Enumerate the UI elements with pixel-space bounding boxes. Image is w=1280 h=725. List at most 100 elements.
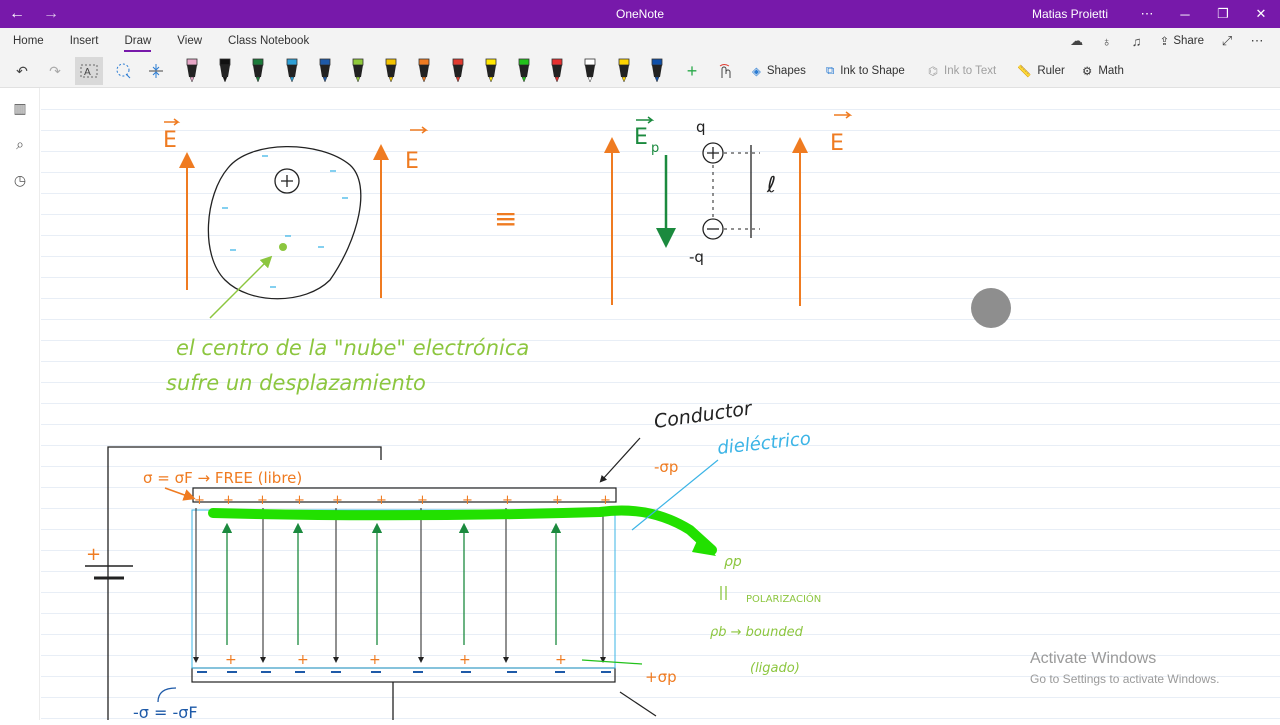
bell-icon[interactable]: ♫ xyxy=(1122,28,1152,54)
note-canvas[interactable]: E E ≡ E E p q ℓ -q el centro de la "nube… xyxy=(41,89,1280,722)
pen-2[interactable] xyxy=(217,58,233,84)
sigma-p-top-label: -σp xyxy=(654,458,678,476)
pen-10[interactable] xyxy=(483,58,499,84)
restore-icon[interactable]: ❐ xyxy=(1204,0,1242,28)
tab-insert[interactable]: Insert xyxy=(57,28,112,54)
plus-charge: + xyxy=(257,493,268,508)
polarization-plus-charge: + xyxy=(225,652,237,668)
positive-charge-plus xyxy=(707,147,719,159)
ink-drawing[interactable]: E E ≡ E E p q ℓ -q el centro de la "nube… xyxy=(41,89,1280,722)
back-arrow-icon[interactable]: ← xyxy=(0,0,34,28)
sigma-equation: σ = σF → FREE (libre) xyxy=(143,469,302,487)
sigma-p-bottom-label: +σp xyxy=(645,668,677,686)
polarization-label: POLARIZACIÓN xyxy=(746,592,821,605)
ligado-label: (ligado) xyxy=(750,661,800,676)
plus-charge: + xyxy=(502,493,513,508)
pen-8[interactable] xyxy=(416,58,432,84)
ink-to-text-icon: ⌬ xyxy=(928,66,939,78)
plus-charge: + xyxy=(223,493,234,508)
polarization-plus-charge: + xyxy=(369,652,381,668)
ink-to-text-label: Ink to Text xyxy=(944,65,997,77)
vector-arrow-mark xyxy=(164,118,181,126)
draw-toolbar: ↶ ↷ A + ◈ Shapes ⧉ Ink to Shape ⌬ Ink to… xyxy=(0,54,1280,88)
more-icon[interactable]: ⋯ xyxy=(1242,28,1272,54)
add-space-icon[interactable] xyxy=(142,57,170,85)
bottom-conductor-pointer xyxy=(619,691,657,717)
math-label: Math xyxy=(1098,65,1124,77)
tab-class-notebook[interactable]: Class Notebook xyxy=(215,28,322,54)
dipole-length-label: ℓ xyxy=(766,173,776,198)
charge-top-label: q xyxy=(696,118,706,136)
expand-icon[interactable]: ⤢ xyxy=(1212,28,1242,54)
pen-12[interactable] xyxy=(549,58,565,84)
pen-5[interactable] xyxy=(317,58,333,84)
pen-11[interactable] xyxy=(516,58,532,84)
field-label-right: E xyxy=(405,149,419,174)
ink-to-shape-button[interactable]: ⧉ Ink to Shape xyxy=(826,54,905,88)
polarization-field-label: E xyxy=(634,125,648,150)
field-label-left: E xyxy=(163,128,177,153)
pen-9[interactable] xyxy=(450,58,466,84)
cloud-pointer-arrow xyxy=(209,255,273,319)
forward-arrow-icon[interactable]: → xyxy=(34,0,68,28)
top-plate-charges: + + + + + + + + + + + xyxy=(194,493,611,508)
title-bar: ← → OneNote Matias Proietti ⋯ ─ ❐ ✕ xyxy=(0,0,1280,28)
sync-icon[interactable]: ☁ xyxy=(1062,28,1092,54)
watermark-subtitle: Go to Settings to activate Windows. xyxy=(1030,672,1220,686)
plus-charge: + xyxy=(294,493,305,508)
pointer-cursor xyxy=(971,288,1011,328)
parallel-mark xyxy=(720,586,727,600)
pen-14[interactable] xyxy=(616,58,632,84)
tab-view[interactable]: View xyxy=(164,28,215,54)
field-lines xyxy=(193,508,606,663)
notebooks-icon[interactable]: ▥ xyxy=(8,96,32,120)
shapes-label: Shapes xyxy=(766,65,806,77)
vector-arrow-mark xyxy=(636,116,655,124)
tab-draw[interactable]: Draw xyxy=(111,28,164,54)
user-name[interactable]: Matias Proietti xyxy=(1032,7,1108,21)
plus-charge: + xyxy=(332,493,343,508)
lasso-select-icon[interactable] xyxy=(109,57,137,85)
pen-13[interactable] xyxy=(582,58,598,84)
ruler-label: Ruler xyxy=(1037,65,1065,77)
minimize-icon[interactable]: ─ xyxy=(1166,0,1204,28)
caption-line-1: el centro de la "nube" electrónica xyxy=(176,336,529,360)
type-select-tool-icon[interactable]: A xyxy=(75,57,103,85)
plus-charge: + xyxy=(600,493,611,508)
more-options-icon[interactable]: ⋯ xyxy=(1128,0,1166,28)
rho-b-label: ρb → bounded xyxy=(710,625,804,640)
polarization-plus-charge: + xyxy=(297,652,309,668)
nucleus-plus xyxy=(281,175,293,187)
recent-icon[interactable]: ◷ xyxy=(8,168,32,192)
pen-6[interactable] xyxy=(350,58,366,84)
equivalence-sign: ≡ xyxy=(494,202,517,235)
share-icon: ⇪ xyxy=(1159,36,1170,48)
search-icon[interactable]: ⌕ xyxy=(8,132,32,156)
add-pen-icon[interactable]: + xyxy=(678,57,706,85)
conductor-pointer xyxy=(599,437,641,483)
sigma-bottom-label: -σ = -σF xyxy=(133,703,198,720)
bottom-plate-charges: + + + + + xyxy=(197,652,611,673)
pen-15[interactable] xyxy=(649,58,665,84)
svg-text:A: A xyxy=(84,67,91,78)
pen-7[interactable] xyxy=(383,58,399,84)
ruler-button[interactable]: 📏 Ruler xyxy=(1017,54,1065,88)
ruler-icon: 📏 xyxy=(1017,66,1032,78)
math-button[interactable]: ⚙ Math xyxy=(1082,54,1124,88)
tab-home[interactable]: Home xyxy=(0,28,57,54)
vector-arrow-mark xyxy=(834,111,853,119)
touch-draw-icon[interactable] xyxy=(712,57,740,85)
share-button[interactable]: ⇪ Share xyxy=(1152,34,1212,48)
ink-to-text-button[interactable]: ⌬ Ink to Text xyxy=(928,54,996,88)
undo-icon[interactable]: ↶ xyxy=(8,57,36,85)
sigma-pointer xyxy=(164,487,196,501)
sigma-bottom-pointer xyxy=(157,687,177,703)
shapes-button[interactable]: ◈ Shapes xyxy=(752,54,806,88)
redo-icon[interactable]: ↷ xyxy=(41,57,69,85)
pen-1[interactable] xyxy=(184,58,200,84)
close-icon[interactable]: ✕ xyxy=(1242,0,1280,28)
pen-4[interactable] xyxy=(284,58,300,84)
polarization-plus-charge: + xyxy=(555,652,567,668)
lightbulb-icon[interactable]: ♁ xyxy=(1092,28,1122,54)
pen-3[interactable] xyxy=(250,58,266,84)
